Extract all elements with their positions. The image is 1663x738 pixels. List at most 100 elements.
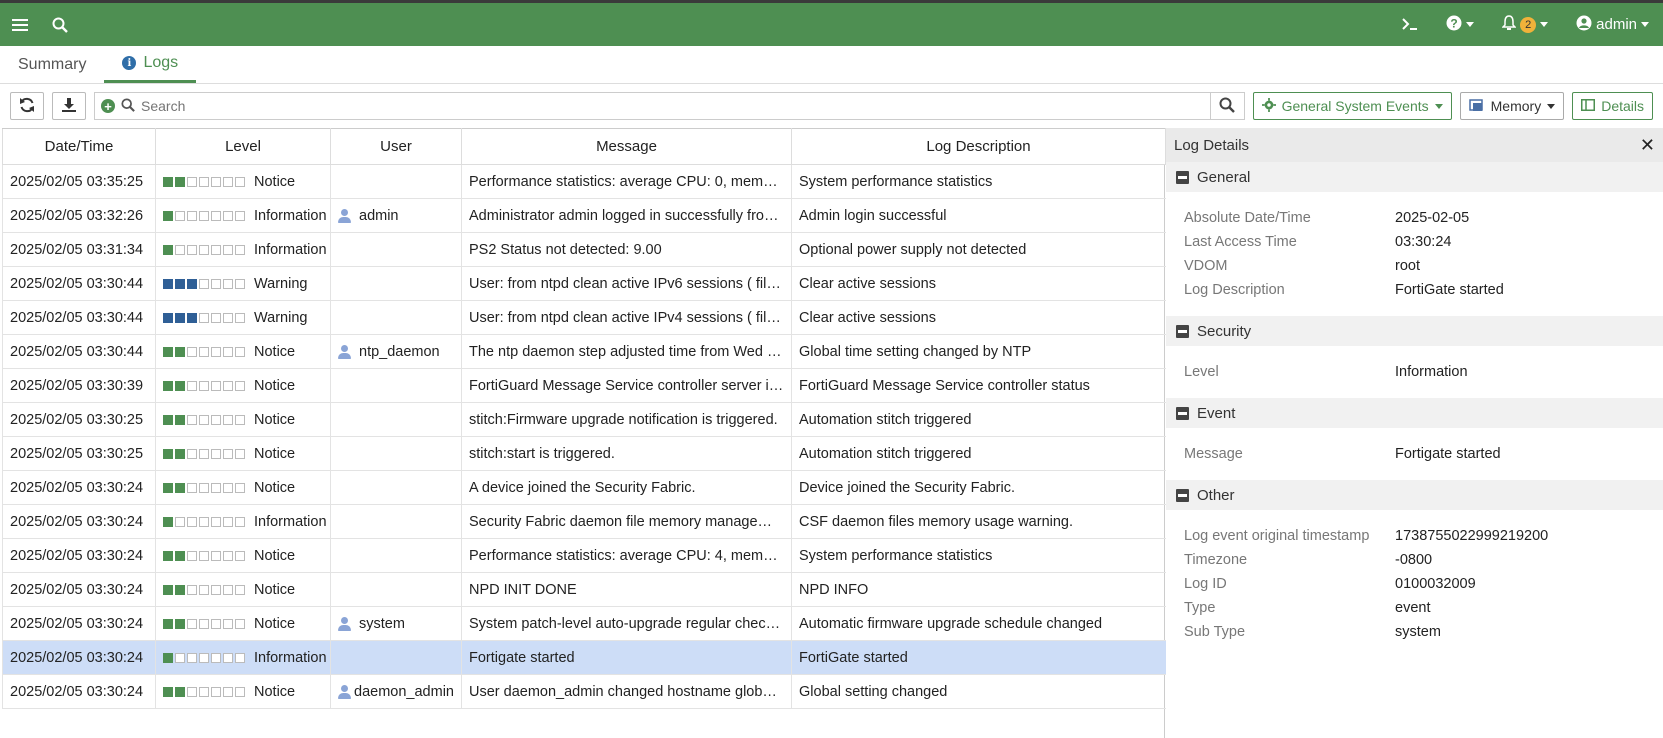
level-segment [163, 312, 173, 323]
table-row[interactable]: 2025/02/05 03:30:24 Information Fortigate … [2, 640, 1166, 675]
level-segment [163, 584, 173, 595]
detail-value: 2025-02-05 [1395, 210, 1469, 226]
search-input[interactable] [141, 98, 1204, 114]
level-segment [199, 346, 209, 357]
tab-label: Logs [143, 54, 179, 71]
add-filter-icon[interactable]: + [101, 99, 115, 113]
detail-key: VDOM [1184, 258, 1228, 274]
cell-user: ntp_daemon [330, 334, 462, 369]
tab-logs[interactable]: i Logs [104, 46, 197, 83]
table-row[interactable]: 2025/02/05 03:30:25 Notice stitch:start is… [2, 436, 1166, 471]
tab-summary[interactable]: Summary [0, 46, 104, 83]
level-segment [211, 278, 221, 289]
column-header-log-description[interactable]: Log Description [791, 128, 1166, 165]
level-segment [199, 244, 209, 255]
level-segment [187, 244, 197, 255]
table-row[interactable]: 2025/02/05 03:30:24 Information Security F… [2, 504, 1166, 539]
cell-message: stitch:start is triggered. [461, 436, 792, 471]
table-header-row: Date/Time Level User Message Log Descrip… [2, 128, 1166, 165]
close-icon[interactable]: ✕ [1640, 135, 1655, 156]
column-header-message[interactable]: Message [461, 128, 792, 165]
log-type-dropdown[interactable]: General System Events [1252, 92, 1452, 120]
level-segment [223, 516, 233, 527]
detail-row: VDOM root [1166, 254, 1663, 278]
table-row[interactable]: 2025/02/05 03:30:24 Notice system System pa… [2, 606, 1166, 641]
level-segment [235, 482, 245, 493]
cell-message: System patch-level auto-upgrade regular … [461, 606, 792, 641]
level-segment [175, 618, 185, 629]
log-table-body: 2025/02/05 03:35:25 Notice Performance sta… [2, 164, 1166, 709]
section-title: Other [1197, 486, 1235, 504]
level-segment [223, 176, 233, 187]
log-details-title: Log Details [1174, 136, 1250, 154]
cli-console-button[interactable] [1388, 4, 1432, 46]
search-icon [121, 97, 135, 115]
table-row[interactable]: 2025/02/05 03:30:44 Notice ntp_daemon The n… [2, 334, 1166, 369]
section-title: General [1197, 168, 1251, 186]
user-name: system [359, 615, 405, 632]
cell-log-description: Automation stitch triggered [791, 402, 1166, 437]
table-row[interactable]: 2025/02/05 03:30:25 Notice stitch:Firmware… [2, 402, 1166, 437]
refresh-icon [19, 97, 35, 116]
cell-datetime: 2025/02/05 03:32:26 [2, 198, 156, 233]
level-segment [223, 482, 233, 493]
level-segment [199, 312, 209, 323]
section-title: Security [1197, 322, 1252, 340]
search-submit-button[interactable] [1209, 93, 1244, 119]
table-row[interactable]: 2025/02/05 03:35:25 Notice Performance sta… [2, 164, 1166, 199]
cell-log-description: Optional power supply not detected [791, 232, 1166, 267]
level-wrapper: Information [163, 650, 327, 666]
user-menu-button[interactable]: admin [1562, 4, 1663, 46]
table-row[interactable]: 2025/02/05 03:30:24 Notice NPD INIT DONE NP… [2, 572, 1166, 607]
chevron-down-icon [1547, 103, 1556, 109]
section-header-event[interactable]: Event [1166, 398, 1663, 428]
detail-key: Last Access Time [1184, 234, 1297, 250]
cell-log-description: CSF daemon files memory usage warning. [791, 504, 1166, 539]
search-bar: + [94, 92, 1245, 120]
column-header-user[interactable]: User [330, 128, 462, 165]
detail-value: 0100032009 [1395, 576, 1476, 592]
cell-user [330, 368, 462, 403]
cell-message: Security Fabric daemon file memory manag… [461, 504, 792, 539]
level-segment [223, 618, 233, 629]
table-row[interactable]: 2025/02/05 03:30:24 Notice daemon_admin Use… [2, 674, 1166, 709]
cell-log-description: Global time setting changed by NTP [791, 334, 1166, 369]
cell-level: Notice [155, 538, 331, 573]
section-header-general[interactable]: General [1166, 162, 1663, 192]
section-header-security[interactable]: Security [1166, 316, 1663, 346]
details-toggle-button[interactable]: Details [1572, 92, 1653, 120]
table-row[interactable]: 2025/02/05 03:30:44 Warning User: from ntp… [2, 300, 1166, 335]
level-segment [163, 516, 173, 527]
cell-datetime: 2025/02/05 03:30:24 [2, 572, 156, 607]
tab-label: Summary [18, 55, 87, 73]
help-menu-button[interactable]: ? [1432, 4, 1488, 46]
username-label: admin [1596, 16, 1637, 33]
detail-value-text: Information [1395, 364, 1468, 380]
cell-level: Notice [155, 674, 331, 709]
table-row[interactable]: 2025/02/05 03:31:34 Information PS2 Status… [2, 232, 1166, 267]
download-button[interactable] [52, 92, 86, 120]
detail-key: Log event original timestamp [1184, 528, 1370, 544]
search-icon[interactable] [40, 4, 80, 46]
refresh-button[interactable] [10, 92, 44, 120]
hamburger-menu-icon[interactable] [0, 4, 40, 46]
table-row[interactable]: 2025/02/05 03:30:44 Warning User: from ntp… [2, 266, 1166, 301]
table-row[interactable]: 2025/02/05 03:30:24 Notice A device joined… [2, 470, 1166, 505]
detail-row: Absolute Date/Time 2025-02-05 [1166, 206, 1663, 230]
log-source-dropdown[interactable]: Memory [1459, 92, 1565, 120]
gear-icon [1261, 97, 1276, 115]
notifications-button[interactable]: 2 [1488, 4, 1562, 46]
cell-message: Performance statistics: average CPU: 0, … [461, 164, 792, 199]
table-row[interactable]: 2025/02/05 03:30:39 Notice FortiGuard Mess… [2, 368, 1166, 403]
table-row[interactable]: 2025/02/05 03:32:26 Information admin Admin… [2, 198, 1166, 233]
column-header-level[interactable]: Level [155, 128, 331, 165]
section-header-other[interactable]: Other [1166, 480, 1663, 510]
detail-value-text: root [1395, 258, 1420, 274]
cell-user [330, 504, 462, 539]
detail-row: Sub Type system [1166, 620, 1663, 644]
level-wrapper: Notice [163, 548, 323, 564]
level-segment [223, 380, 233, 391]
column-header-datetime[interactable]: Date/Time [2, 128, 156, 165]
level-segment [199, 210, 209, 221]
table-row[interactable]: 2025/02/05 03:30:24 Notice Performance sta… [2, 538, 1166, 573]
